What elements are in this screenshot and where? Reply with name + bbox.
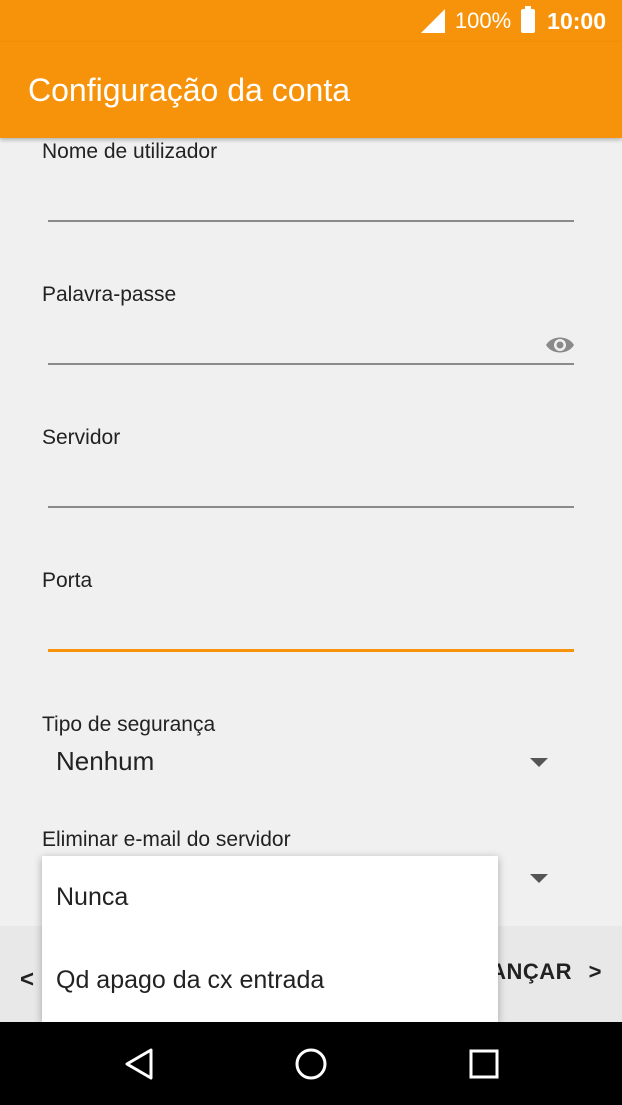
signal-icon [420,9,445,33]
app-bar: Configuração da conta [0,42,622,138]
server-input[interactable] [48,506,574,508]
port-input[interactable] [48,649,574,652]
status-bar: 100% 10:00 [0,0,622,42]
next-button[interactable]: ANÇAR > [490,959,602,985]
home-circle-icon[interactable] [293,1046,329,1082]
security-type-select[interactable]: Nenhum [56,746,154,777]
menu-item-when-deleted-from-inbox[interactable]: Qd apago da cx entrada [42,939,498,1022]
battery-percentage: 100% [454,8,512,33]
clock: 10:00 [547,7,606,34]
delete-email-label: Eliminar e-mail do servidor [42,828,291,851]
account-settings-form: Nome de utilizador Palavra-passe Servido… [0,138,622,926]
server-label: Servidor [42,426,121,449]
next-button-label: ANÇAR [490,959,573,984]
back-triangle-icon[interactable] [122,1046,158,1082]
battery-icon [521,6,536,33]
system-navigation-bar [0,1022,622,1105]
password-input[interactable] [48,363,574,365]
back-chevron-icon[interactable]: < [20,966,34,994]
delete-policy-popup-menu: Nunca Qd apago da cx entrada [42,856,498,1022]
chevron-right-icon: > [588,959,602,984]
chevron-down-icon[interactable] [530,758,548,767]
password-label: Palavra-passe [42,283,177,306]
eye-icon[interactable] [544,331,576,359]
chevron-down-icon[interactable] [530,874,548,883]
page-title: Configuração da conta [28,71,350,108]
security-type-label: Tipo de segurança [42,713,216,736]
port-label: Porta [42,569,93,592]
recents-square-icon[interactable] [466,1046,502,1082]
username-label: Nome de utilizador [42,140,218,163]
username-input[interactable] [48,220,574,222]
menu-item-never[interactable]: Nunca [42,856,498,939]
